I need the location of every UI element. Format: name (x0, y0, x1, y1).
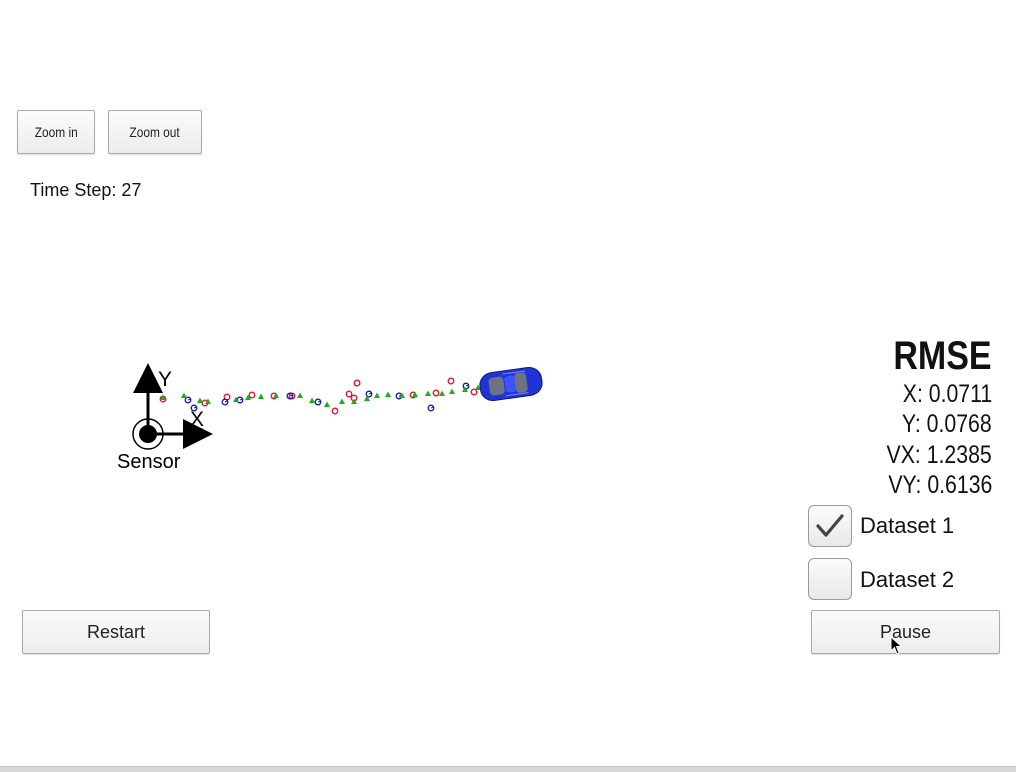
lidar-marker (432, 389, 440, 397)
sensor-dot-icon (139, 425, 157, 443)
estimate-marker (205, 398, 211, 404)
car-icon (479, 366, 543, 402)
lidar-marker (470, 388, 478, 396)
lidar-marker (270, 392, 278, 400)
radar-marker (462, 382, 470, 390)
dataset-2-label[interactable]: Dataset 2 (860, 567, 954, 593)
lidar-marker (353, 379, 361, 387)
radar-velocity-tick (465, 384, 470, 387)
radar-velocity-tick (187, 398, 192, 401)
lidar-marker (248, 391, 256, 399)
estimate-marker (475, 384, 481, 390)
lidar-marker (447, 377, 455, 385)
radar-marker (236, 396, 244, 404)
mouse-cursor-icon (890, 636, 903, 655)
radar-velocity-tick (289, 394, 294, 397)
restart-label: Restart (86, 621, 146, 642)
radar-marker (221, 398, 229, 406)
estimate-marker (412, 391, 418, 397)
estimate-marker (160, 394, 166, 400)
trajectory-markers (159, 377, 481, 415)
lidar-marker (288, 392, 296, 400)
estimate-marker (399, 392, 405, 398)
radar-velocity-tick (239, 398, 244, 401)
lidar-marker (331, 407, 339, 415)
time-step-value: 27 (121, 180, 142, 200)
estimate-marker (385, 391, 391, 397)
dataset-2-checkbox[interactable] (808, 558, 852, 600)
radar-marker (314, 398, 322, 406)
estimate-marker (339, 398, 345, 404)
radar-velocity-tick (224, 400, 229, 403)
estimate-marker (245, 394, 251, 400)
rmse-vy-value: VY: 0.6136 (888, 471, 992, 499)
pause-button[interactable]: Pause (811, 610, 1000, 654)
lidar-marker (345, 390, 353, 398)
radar-marker (184, 396, 192, 404)
estimate-marker (324, 401, 330, 407)
zoom-in-button[interactable]: Zoom in (17, 110, 95, 154)
radar-velocity-tick (368, 392, 373, 395)
lidar-marker (159, 395, 167, 403)
estimate-marker (297, 392, 303, 398)
sensor-frame: Y X Sensor (117, 363, 213, 473)
time-step-label: Time Step: (30, 180, 117, 200)
lidar-marker (350, 394, 358, 402)
restart-button[interactable]: Restart (22, 610, 210, 654)
zoom-out-button[interactable]: Zoom out (108, 110, 202, 154)
estimate-marker (449, 388, 455, 394)
estimate-marker (425, 390, 431, 396)
radar-velocity-tick (193, 406, 198, 409)
dataset-1-label[interactable]: Dataset 1 (860, 513, 954, 539)
sensor-ring-icon (132, 418, 164, 450)
estimate-marker (351, 398, 357, 404)
sensor-label: Sensor (117, 451, 181, 473)
dataset-1-checkbox[interactable] (808, 505, 852, 547)
radar-velocity-tick (430, 406, 435, 409)
y-axis-label: Y (158, 368, 172, 391)
estimate-marker (181, 392, 187, 398)
estimate-marker (462, 386, 468, 392)
pause-label: Pause (879, 621, 932, 642)
radar-marker (395, 392, 403, 400)
estimate-marker (258, 393, 264, 399)
lidar-marker (409, 391, 417, 399)
window-bottom-edge (0, 766, 1016, 772)
radar-marker (365, 390, 373, 398)
estimate-marker (439, 390, 445, 396)
estimate-marker (273, 392, 279, 398)
zoom-out-label: Zoom out (129, 124, 181, 140)
rmse-vx-value: VX: 1.2385 (886, 441, 992, 469)
radar-velocity-tick (317, 400, 322, 403)
radar-marker (286, 392, 294, 400)
rmse-y-value: Y: 0.0768 (902, 410, 992, 438)
radar-velocity-tick (398, 394, 403, 397)
zoom-in-label: Zoom in (34, 124, 78, 140)
estimate-marker (364, 395, 370, 401)
rmse-x-value: X: 0.0711 (902, 380, 992, 408)
radar-marker (190, 404, 198, 412)
estimate-marker (233, 396, 239, 402)
rmse-title: RMSE (893, 334, 992, 378)
estimate-marker (197, 397, 203, 403)
x-axis-label: X (190, 408, 204, 431)
time-step-readout: Time Step: 27 (30, 180, 141, 201)
lidar-marker (223, 393, 231, 401)
radar-marker (427, 404, 435, 412)
checkmark-icon (816, 514, 844, 537)
estimate-marker (309, 397, 315, 403)
estimate-marker (374, 392, 380, 398)
lidar-marker (201, 399, 209, 407)
